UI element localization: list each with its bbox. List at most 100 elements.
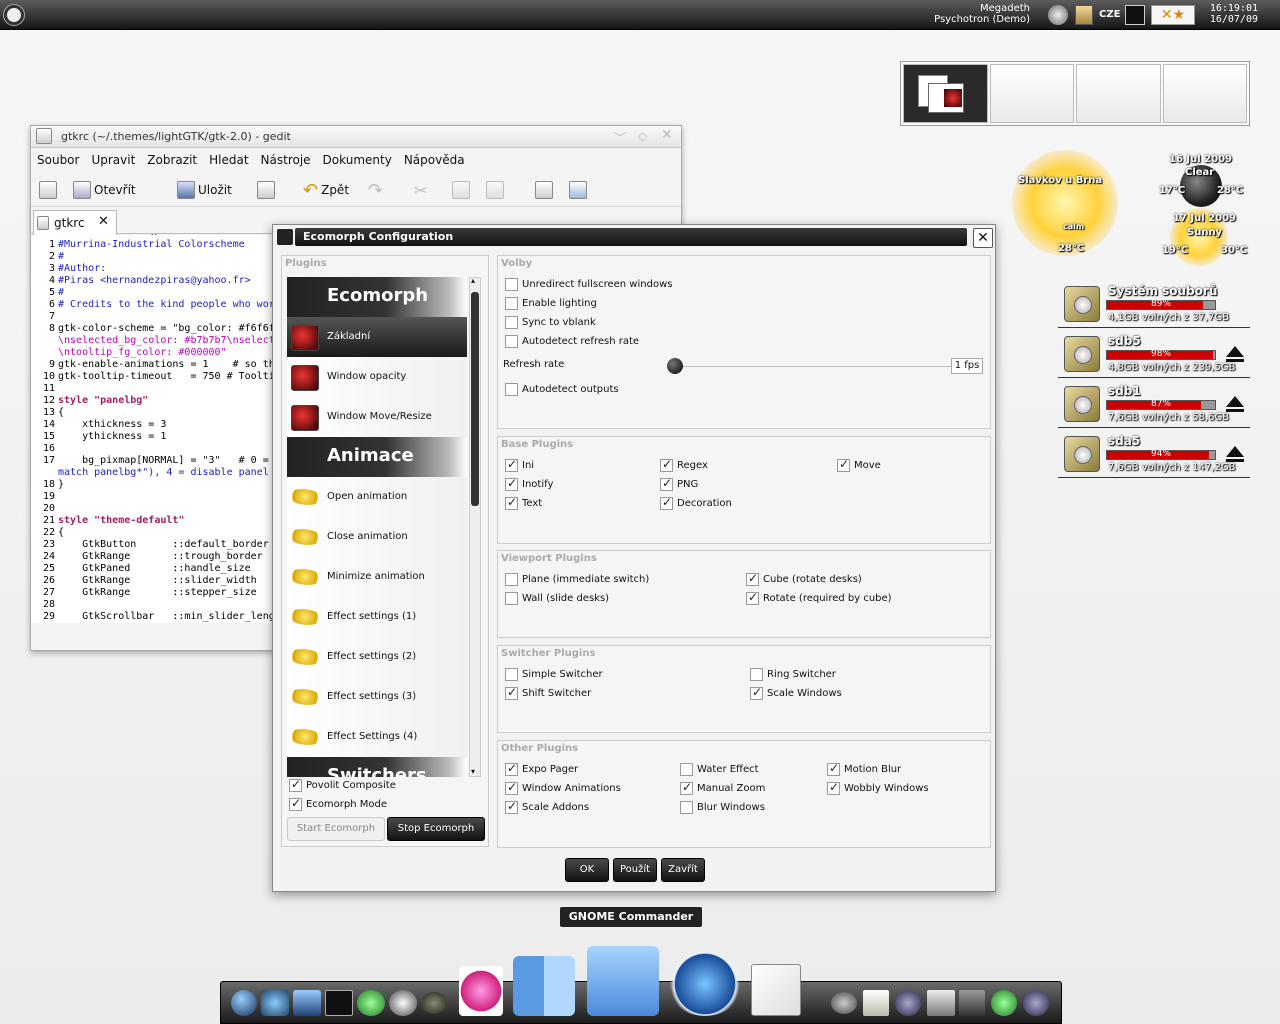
close-icon[interactable]: ✕ — [973, 228, 993, 248]
notes-icon[interactable] — [863, 990, 889, 1016]
workspace-4[interactable] — [1162, 64, 1247, 123]
film-reel-icon[interactable] — [389, 990, 417, 1016]
tab-close-icon[interactable]: ✕ — [98, 214, 109, 229]
plugin-item[interactable]: Window Move/Resize — [287, 397, 467, 437]
menu-item[interactable]: Soubor — [31, 149, 85, 171]
plugin-checkbox[interactable]: Simple Switcher — [505, 668, 603, 681]
menu-item[interactable]: Dokumenty — [317, 149, 398, 171]
disk-entry[interactable]: Systém souborů 89% 4,1GB volných z 37,7GB — [1058, 282, 1250, 328]
plugin-item[interactable]: Effect settings (3) — [287, 677, 467, 717]
start-ecomorph-button[interactable]: Start Ecomorph — [287, 817, 385, 841]
plugin-checkbox[interactable]: Motion Blur — [827, 761, 901, 776]
tab-gtkrc[interactable]: gtkrc ✕ — [33, 210, 117, 235]
open-button[interactable]: Otevřít — [73, 179, 136, 201]
plugin-checkbox[interactable]: Water Effect — [680, 763, 759, 776]
plugin-checkbox[interactable]: Regex — [660, 457, 708, 472]
menu-item[interactable]: Upravit — [85, 149, 141, 171]
menu-item[interactable]: Nápověda — [398, 149, 471, 171]
gimp-icon[interactable] — [421, 992, 447, 1014]
scroll-down-icon[interactable]: ▾ — [471, 767, 475, 776]
plugin-checkbox[interactable]: Window Animations — [505, 780, 621, 795]
eject-icon[interactable] — [1226, 446, 1244, 462]
keyboard-layout[interactable]: CZE — [1099, 9, 1120, 20]
refresh-rate-slider[interactable] — [667, 358, 683, 374]
workspace-3[interactable] — [1076, 64, 1161, 123]
plugin-checkbox[interactable]: Expo Pager — [505, 761, 578, 776]
copy-button[interactable] — [452, 179, 470, 201]
plugin-checkbox[interactable]: PNG — [660, 476, 698, 491]
stop-ecomorph-button[interactable]: Stop Ecomorph — [387, 817, 485, 841]
plugin-checkbox[interactable]: Scale Windows — [750, 685, 842, 700]
show-desktop-icon[interactable] — [1125, 5, 1145, 25]
music-player-icon[interactable] — [357, 990, 385, 1016]
video-chat-icon[interactable] — [261, 990, 289, 1016]
plugin-item[interactable]: Minimize animation — [287, 557, 467, 597]
plugin-checkbox[interactable]: Wobbly Windows — [827, 780, 929, 795]
eject-icon[interactable] — [1226, 396, 1244, 412]
network-icon[interactable] — [1023, 990, 1049, 1016]
chat-icon[interactable] — [831, 992, 857, 1014]
plugin-checkbox[interactable]: Wall (slide desks) — [505, 592, 609, 605]
now-playing[interactable]: Megadeth Psychotron (Demo) — [934, 3, 1030, 25]
flower-app-icon[interactable] — [459, 966, 503, 1016]
new-button[interactable] — [39, 179, 57, 201]
scrollbar-thumb[interactable] — [471, 292, 479, 506]
plugin-item[interactable]: Effect Settings (4) — [287, 717, 467, 757]
redo-icon[interactable]: ↷ — [368, 179, 383, 201]
plugin-checkbox[interactable]: Scale Addons — [505, 799, 589, 814]
disk-entry[interactable]: sda5 94% 7,6GB volných z 147,2GB — [1058, 432, 1250, 478]
plugin-checkbox[interactable]: Rotate (required by cube) — [746, 590, 892, 605]
print-button[interactable] — [257, 179, 275, 201]
plugin-checkbox[interactable]: Move — [837, 457, 881, 472]
tools-icon[interactable] — [927, 990, 955, 1016]
replace-button[interactable] — [569, 179, 587, 201]
workspace-2[interactable] — [989, 64, 1074, 123]
plugin-checkbox[interactable]: Text — [505, 495, 542, 510]
plugin-list-scrollbar[interactable]: ▴ ▾ — [469, 276, 481, 777]
plugin-checkbox[interactable]: Enable lighting — [505, 297, 597, 310]
ok-button[interactable]: OK — [565, 858, 609, 882]
audio-icon[interactable] — [991, 990, 1017, 1016]
cut-icon[interactable]: ✂ — [414, 179, 427, 201]
gnome-commander-icon[interactable] — [513, 956, 575, 1016]
save-button[interactable]: Uložit — [177, 179, 232, 201]
close-icon[interactable]: ✕ — [661, 127, 673, 143]
menu-item[interactable]: Hledat — [203, 149, 254, 171]
menu-item[interactable]: Nástroje — [255, 149, 317, 171]
eject-icon[interactable] — [1226, 346, 1244, 362]
plugin-checkbox[interactable]: Decoration — [660, 495, 732, 510]
close-button[interactable]: Zavřít — [661, 858, 705, 882]
undo-button[interactable]: ↶ Zpět — [303, 179, 349, 201]
plugin-item[interactable]: Effect settings (1) — [287, 597, 467, 637]
autodetect-outputs-checkbox[interactable]: Autodetect outputs — [505, 383, 619, 396]
tools-tray-icon[interactable]: ✕★ — [1151, 5, 1195, 25]
clock[interactable]: 16:19:01 16/07/09 — [1210, 3, 1258, 25]
browser-icon[interactable] — [231, 990, 257, 1016]
plugin-checkbox[interactable]: Shift Switcher — [505, 685, 591, 700]
settings-icon[interactable] — [895, 990, 921, 1016]
plugin-checkbox[interactable]: Autodetect refresh rate — [505, 335, 639, 348]
apply-button[interactable]: Použít — [613, 858, 657, 882]
media-player-icon[interactable] — [1048, 5, 1068, 25]
sync-globe-icon[interactable] — [667, 952, 743, 1016]
find-button[interactable] — [535, 179, 553, 201]
disk-entry[interactable]: sdb5 98% 4,8GB volných z 239,5GB — [1058, 332, 1250, 378]
folder-icon[interactable] — [587, 946, 659, 1016]
minimize-icon[interactable]: ﹀ — [614, 129, 626, 146]
plugin-checkbox[interactable]: Ini — [505, 457, 534, 472]
plugin-checkbox[interactable]: Cube (rotate desks) — [746, 571, 862, 586]
plugin-item[interactable]: Window opacity — [287, 357, 467, 397]
plugin-item[interactable]: Open animation — [287, 477, 467, 517]
paste-button[interactable] — [486, 179, 504, 201]
plugin-checkbox[interactable]: Unredirect fullscreen windows — [505, 278, 672, 291]
refresh-rate-track[interactable] — [671, 366, 951, 367]
gedit-titlebar[interactable]: gtkrc (~/.themes/lightGTK/gtk-2.0) - ged… — [31, 126, 681, 148]
terminal-icon[interactable] — [325, 990, 353, 1016]
text-editor-icon[interactable] — [751, 964, 801, 1016]
scroll-up-icon[interactable]: ▴ — [471, 276, 475, 285]
enable-composite-checkbox[interactable]: Povolit Composite — [289, 777, 396, 792]
plugin-item[interactable]: Close animation — [287, 517, 467, 557]
plugin-checkbox[interactable]: Blur Windows — [680, 801, 765, 814]
disk-entry[interactable]: sdb1 87% 7,6GB volných z 58,6GB — [1058, 382, 1250, 428]
ecomorph-mode-checkbox[interactable]: Ecomorph Mode — [289, 796, 387, 811]
